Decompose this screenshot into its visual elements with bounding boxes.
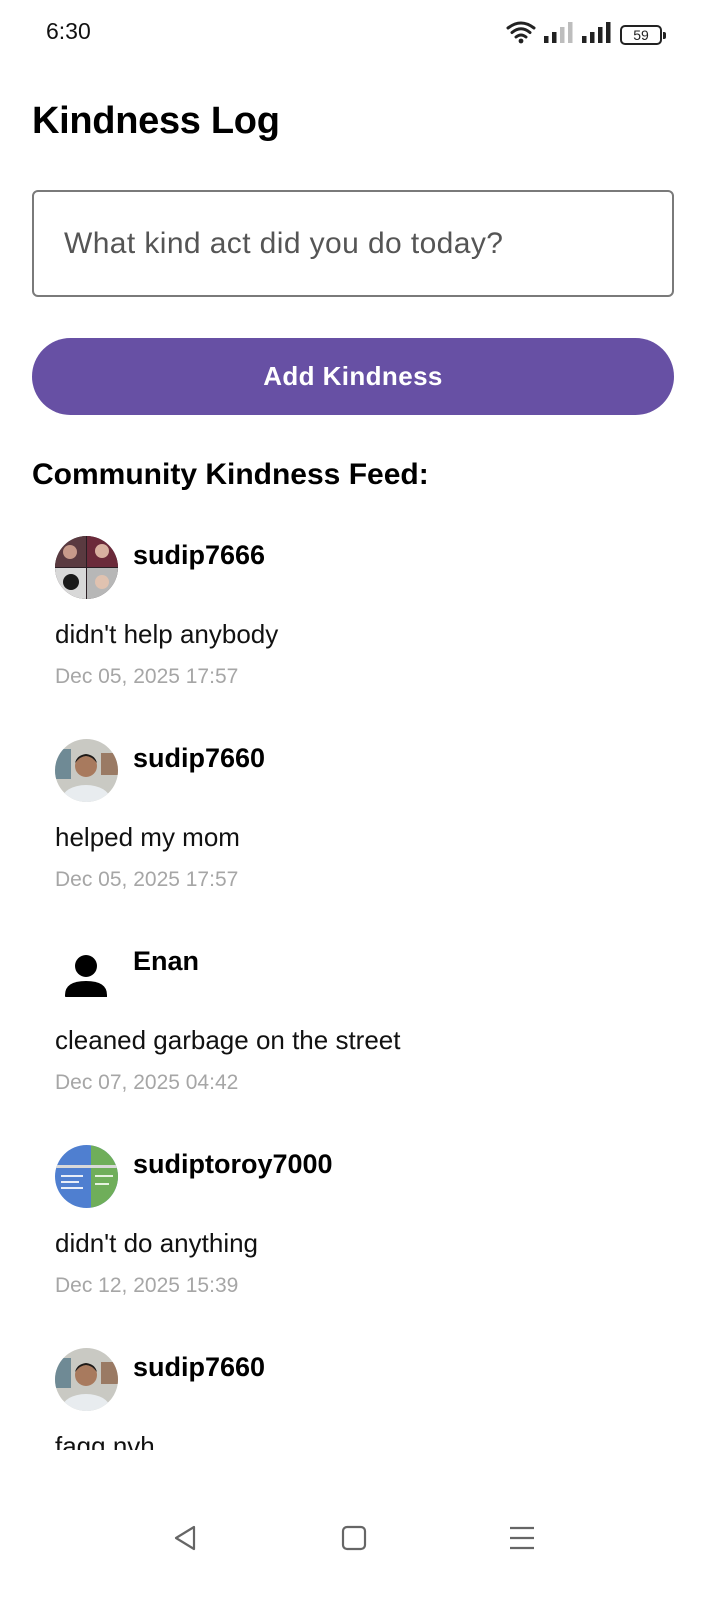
feed-message: didn't do anything xyxy=(55,1228,259,1258)
feed-item: sudiptoroy7000 didn't do anything Dec 12… xyxy=(0,1129,720,1332)
feed-username: sudip7660 xyxy=(133,1352,266,1382)
battery-level: 59 xyxy=(633,26,649,43)
feed-title: Community Kindness Feed: xyxy=(32,458,429,491)
feed-message: cleaned garbage on the street xyxy=(55,1025,401,1055)
feed-item: Enan cleaned garbage on the street Dec 0… xyxy=(0,926,720,1129)
feed-item: sudip7660 fagg nvh xyxy=(0,1332,720,1450)
feed-item: sudip7660 helped my mom Dec 05, 2025 17:… xyxy=(0,723,720,926)
avatar xyxy=(55,1348,118,1411)
back-icon[interactable] xyxy=(155,1508,215,1568)
system-nav-bar xyxy=(0,1490,720,1600)
feed-username: sudiptoroy7000 xyxy=(133,1149,333,1179)
kind-act-field[interactable] xyxy=(32,190,674,297)
feed-username: sudip7660 xyxy=(133,743,266,773)
page-title: Kindness Log xyxy=(32,100,280,142)
wifi-icon xyxy=(506,20,536,49)
avatar xyxy=(55,536,118,599)
feed-username: Enan xyxy=(133,946,200,976)
recents-icon[interactable] xyxy=(492,1508,552,1568)
battery-icon: 59 xyxy=(620,24,666,45)
default-person-icon xyxy=(55,942,118,1005)
signal-sim2-icon xyxy=(582,21,612,48)
feed-message: didn't help anybody xyxy=(55,619,279,649)
status-bar: 6:30 59 xyxy=(0,0,720,64)
home-icon[interactable] xyxy=(324,1508,384,1568)
kindness-feed-list[interactable]: sudip7666 didn't help anybody Dec 05, 20… xyxy=(0,520,720,1450)
feed-message: fagg nvh xyxy=(55,1431,155,1450)
feed-timestamp: Dec 05, 2025 17:57 xyxy=(55,665,239,688)
status-time: 6:30 xyxy=(46,18,91,44)
signal-sim1-icon xyxy=(544,21,574,48)
avatar xyxy=(55,739,118,802)
add-kindness-button[interactable]: Add Kindness xyxy=(32,338,674,415)
feed-item: sudip7666 didn't help anybody Dec 05, 20… xyxy=(0,520,720,723)
feed-timestamp: Dec 07, 2025 04:42 xyxy=(55,1071,239,1094)
feed-timestamp: Dec 05, 2025 17:57 xyxy=(55,868,239,891)
kind-act-input[interactable] xyxy=(34,192,672,295)
feed-username: sudip7666 xyxy=(133,540,266,570)
feed-timestamp: Dec 12, 2025 15:39 xyxy=(55,1274,239,1297)
status-icons: 59 xyxy=(506,20,666,49)
feed-message: helped my mom xyxy=(55,822,240,852)
avatar xyxy=(55,1145,118,1208)
